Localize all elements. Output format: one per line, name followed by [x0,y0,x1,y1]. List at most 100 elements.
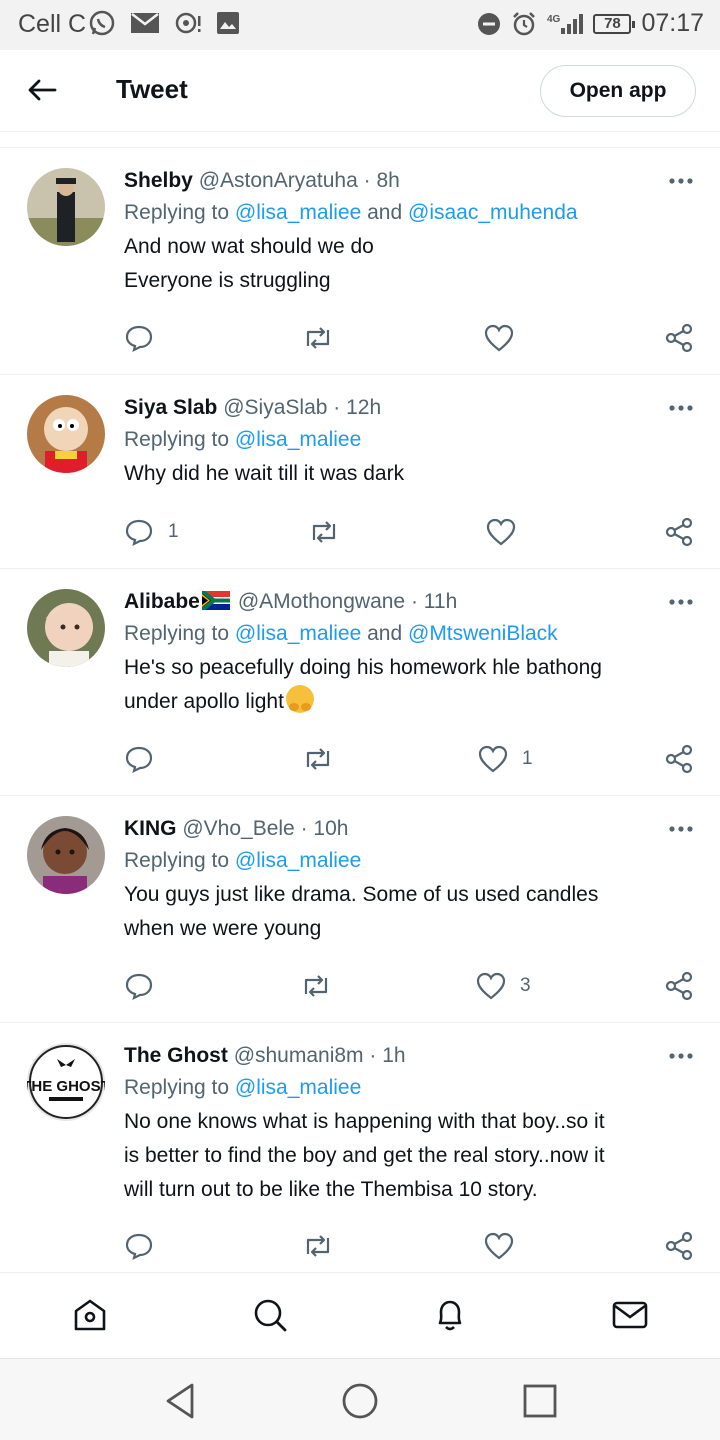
timestamp[interactable]: 1h [382,1044,405,1067]
heart-icon [484,324,514,352]
user-handle[interactable]: @Vho_Bele [182,817,294,840]
share-button[interactable] [664,514,694,550]
tweet-card[interactable]: Alibabe @AMothongwane · 11h Replying to @… [0,569,720,796]
reply-icon [125,519,153,547]
more-options-button[interactable] [666,166,696,196]
tweet-card[interactable]: KING @Vho_Bele · 10h Replying to @lisa_m… [0,796,720,1023]
more-options-button[interactable] [666,393,696,423]
tweet-actions: 1 [124,741,696,777]
clock: 07:17 [641,9,704,37]
signal-4g-icon: 4G [547,13,584,34]
tweet-card[interactable]: Siya Slab @SiyaSlab · 12h Replying to @l… [0,375,720,569]
like-button[interactable]: 3 [476,968,531,1004]
tweet-card[interactable]: Shelby @AstonAryatuha · 8h Replying to @… [0,148,720,375]
retweet-button[interactable] [308,514,340,550]
user-handle[interactable]: @AMothongwane [238,590,405,613]
more-options-button[interactable] [666,814,696,844]
nav-messages[interactable] [610,1295,650,1335]
reply-button[interactable]: 1 [124,514,179,550]
timestamp[interactable]: 11h [424,590,457,613]
replies-feed: Shelby @AstonAryatuha · 8h Replying to @… [0,148,720,1272]
mention-link[interactable]: @lisa_maliee [235,849,361,872]
like-count: 3 [520,975,531,996]
avatar[interactable] [27,168,105,246]
retweet-icon [312,521,336,543]
display-name[interactable]: The Ghost [124,1044,228,1067]
alarm-icon [513,11,536,35]
open-app-button[interactable]: Open app [540,65,696,117]
like-button[interactable] [484,320,528,356]
retweet-button[interactable] [302,741,334,777]
system-back-button[interactable] [158,1379,202,1423]
system-recents-button[interactable] [518,1379,562,1423]
back-button[interactable] [22,70,62,110]
divider [0,132,720,148]
tweet-text: You guys just like drama. Some of us use… [124,883,599,940]
search-icon [254,1299,287,1332]
mention-link[interactable]: @lisa_maliee [235,428,361,451]
south-africa-flag-icon [201,591,230,610]
carrier-label: Cell C [18,10,87,38]
tweet-text: No one knows what is happening with that… [124,1110,605,1201]
notifications-icon [438,1300,462,1331]
tweet-actions [124,320,696,356]
avatar[interactable] [27,589,105,667]
heart-icon [476,972,506,1000]
display-name[interactable]: KING [124,817,177,840]
share-button[interactable] [664,320,694,356]
mention-link[interactable]: @lisa_maliee [235,201,361,224]
timestamp[interactable]: 12h [346,396,381,419]
display-name[interactable]: Siya Slab [124,396,217,419]
replying-to: Replying to @lisa_maliee and @MtsweniBla… [124,622,558,645]
messages-icon [612,1301,648,1329]
system-home-button[interactable] [338,1379,382,1423]
timestamp[interactable]: 10h [313,817,348,840]
nav-search[interactable] [250,1295,290,1335]
system-status-icons: 4G 78 07:17 [477,9,704,38]
avatar[interactable] [27,395,105,473]
share-button[interactable] [664,1228,694,1264]
page-title: Tweet [116,74,188,104]
more-options-button[interactable] [666,1041,696,1071]
mention-link[interactable]: @lisa_maliee [235,622,361,645]
display-name[interactable]: Alibabe [124,590,200,613]
retweet-button[interactable] [302,320,334,356]
share-button[interactable] [664,968,694,1004]
more-options-button[interactable] [666,587,696,617]
mention-link[interactable]: @lisa_maliee [235,1076,361,1099]
mention-link[interactable]: @MtsweniBlack [408,622,558,645]
tweet-actions: 1 [124,514,696,550]
share-icon [665,517,693,547]
reply-button[interactable] [124,968,168,1004]
heart-icon [478,745,508,773]
user-handle[interactable]: @AstonAryatuha [199,169,358,192]
tweet-text: He's so peacefully doing his homework hl… [124,656,602,713]
like-button[interactable]: 1 [478,741,533,777]
reply-button[interactable] [124,741,168,777]
reply-button[interactable] [124,1228,168,1264]
retweet-button[interactable] [300,968,332,1004]
reply-button[interactable] [124,320,168,356]
avatar[interactable] [27,816,105,894]
triangle-back-icon [166,1383,194,1419]
retweet-button[interactable] [302,1228,334,1264]
tweet-card[interactable]: THE GHOST The Ghost @shumani8m · 1h Repl… [0,1023,720,1272]
nav-home[interactable] [70,1295,110,1335]
avatar[interactable]: THE GHOST [27,1043,105,1121]
like-button[interactable] [484,1228,528,1264]
svg-text:4G: 4G [547,14,561,25]
user-handle[interactable]: @SiyaSlab [223,396,327,419]
tweet-text: And now wat should we do Everyone is str… [124,235,374,292]
nav-notifications[interactable] [430,1295,470,1335]
user-handle[interactable]: @shumani8m [234,1044,364,1067]
retweet-icon [306,1235,330,1257]
timestamp[interactable]: 8h [376,169,399,192]
ghost-logo-text: THE GHOST [27,1078,105,1095]
circle-home-icon [342,1383,378,1419]
display-name[interactable]: Shelby [124,169,193,192]
mention-link[interactable]: @isaac_muhenda [408,201,578,224]
like-button[interactable] [486,514,530,550]
share-icon [665,971,693,1001]
retweet-icon [306,327,330,349]
share-button[interactable] [664,741,694,777]
